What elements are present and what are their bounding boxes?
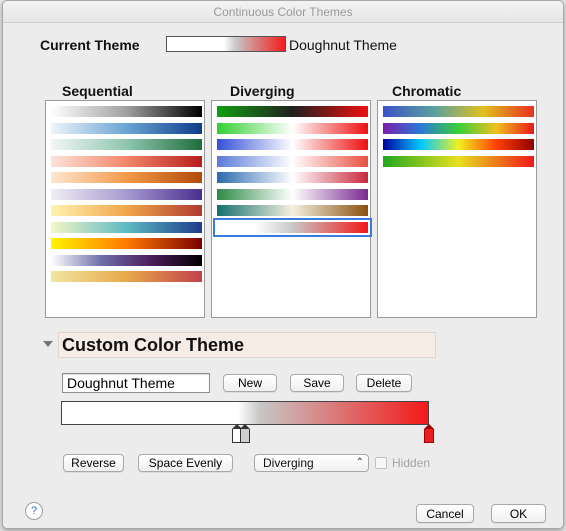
- gradient-editor-bar[interactable]: [61, 401, 429, 425]
- diverging-swatch[interactable]: [217, 139, 368, 150]
- sequential-list[interactable]: [45, 100, 205, 318]
- sequential-swatch[interactable]: [51, 205, 202, 216]
- hidden-checkbox[interactable]: [375, 457, 387, 469]
- theme-type-select[interactable]: Diverging ⌃: [254, 454, 369, 472]
- sequential-swatch[interactable]: [51, 254, 202, 266]
- chromatic-swatch[interactable]: [383, 155, 534, 167]
- sequential-swatch[interactable]: [51, 271, 202, 282]
- theme-type-value: Diverging: [263, 456, 314, 470]
- color-stop-gray[interactable]: [240, 424, 250, 444]
- window-title: Continuous Color Themes: [3, 1, 563, 23]
- current-theme-swatch: [166, 36, 286, 52]
- sequential-swatch[interactable]: [51, 139, 202, 150]
- theme-name-input[interactable]: [62, 373, 210, 393]
- chromatic-header: Chromatic: [392, 83, 462, 99]
- ok-button[interactable]: OK: [491, 504, 546, 523]
- sequential-swatch[interactable]: [51, 155, 202, 167]
- sequential-swatch[interactable]: [51, 238, 202, 249]
- diverging-swatch[interactable]: [217, 122, 368, 134]
- diverging-swatch[interactable]: [217, 188, 368, 200]
- current-theme-label: Current Theme: [40, 37, 140, 53]
- diverging-list[interactable]: [211, 100, 372, 318]
- cancel-button[interactable]: Cancel: [416, 504, 474, 523]
- sequential-header: Sequential: [62, 83, 133, 99]
- diverging-swatch[interactable]: [217, 172, 368, 183]
- sequential-swatch[interactable]: [51, 122, 202, 134]
- reverse-button[interactable]: Reverse: [63, 454, 124, 472]
- space-evenly-button[interactable]: Space Evenly: [138, 454, 233, 472]
- delete-button[interactable]: Delete: [356, 374, 412, 392]
- chromatic-list[interactable]: [377, 100, 537, 318]
- sequential-swatch[interactable]: [51, 106, 202, 117]
- help-icon[interactable]: ?: [25, 502, 43, 520]
- sequential-swatch[interactable]: [51, 221, 202, 233]
- sequential-swatch[interactable]: [51, 172, 202, 183]
- disclosure-triangle-icon[interactable]: [43, 341, 53, 347]
- chevron-updown-icon: ⌃: [355, 457, 364, 468]
- save-button[interactable]: Save: [290, 374, 344, 392]
- diverging-header: Diverging: [230, 83, 295, 99]
- sequential-swatch[interactable]: [51, 188, 202, 200]
- color-stop-red[interactable]: [424, 424, 434, 444]
- current-theme-name: Doughnut Theme: [289, 37, 397, 53]
- chromatic-swatch[interactable]: [383, 122, 534, 134]
- diverging-swatch[interactable]: [213, 217, 372, 237]
- diverging-swatch[interactable]: [217, 106, 368, 117]
- custom-theme-title: Custom Color Theme: [62, 335, 245, 355]
- diverging-swatch[interactable]: [217, 155, 368, 167]
- hidden-label: Hidden: [392, 456, 431, 470]
- chromatic-swatch[interactable]: [383, 106, 534, 117]
- diverging-swatch[interactable]: [217, 205, 368, 216]
- new-button[interactable]: New: [223, 374, 277, 392]
- chromatic-swatch[interactable]: [383, 139, 534, 150]
